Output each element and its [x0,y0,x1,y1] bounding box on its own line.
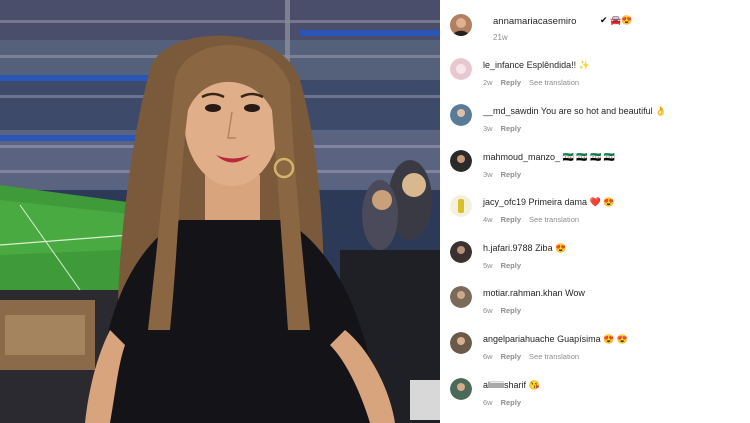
comment-item: aliiiiiiisharif 😘 6w Reply [450,376,745,418]
reply-button[interactable]: Reply [501,352,521,361]
reply-button[interactable]: Reply [501,170,521,179]
comment-text: Esplêndida!! ✨ [526,60,590,70]
comment-text: Guapísima 😍 😍 [557,334,629,344]
comment-time: 2w [483,78,493,87]
comment-time: 6w [483,352,493,361]
comment-username[interactable]: aliiiiiiisharif [483,380,526,390]
author-avatar[interactable] [450,14,472,36]
reply-button[interactable]: Reply [501,78,521,87]
reply-button[interactable]: Reply [501,398,521,407]
comment-text: Wow [565,288,585,298]
comment-username[interactable]: __md_sawdin [483,106,539,116]
comment-username[interactable]: h.jafari.9788 [483,243,533,253]
comment-text: You are so hot and beautiful 👌 [540,106,667,116]
comment-item: le_infance Esplêndida!! ✨ 2w Reply See tra… [450,56,745,98]
commenter-avatar[interactable] [450,150,472,172]
reply-button[interactable]: Reply [501,306,521,315]
commenter-avatar[interactable] [450,58,472,80]
comment-item: jacy_ofc19 Primeira dama ❤️ 😍 4w Reply See… [450,193,745,235]
comment-item: h.jafari.9788 Ziba 😍 5w Reply [450,239,745,281]
comment-username[interactable]: le_infance [483,60,524,70]
photo-illustration [0,0,440,423]
see-translation-link[interactable]: See translation [529,215,579,224]
commenter-avatar[interactable] [450,332,472,354]
reply-button[interactable]: Reply [501,124,521,133]
comment-text: 🇸🇾 🇸🇾 🇸🇾 🇸🇾 [562,152,615,162]
reply-button[interactable]: Reply [501,215,521,224]
comment-text: Ziba 😍 [535,243,567,253]
comment-text: 😘 [528,380,540,390]
comment-username[interactable]: jacy_ofc19 [483,197,526,207]
comment-time: 3w [483,170,493,179]
comment-username[interactable]: angelpariahuache [483,334,555,344]
comment-time: 4w [483,215,493,224]
post-photo[interactable] [0,0,440,423]
commenter-avatar[interactable] [450,286,472,308]
comment-time: 5w [483,261,493,270]
comment-item: mahmoud_manzo_ 🇸🇾 🇸🇾 🇸🇾 🇸🇾 3w Reply [450,148,745,190]
comment-item: motiar.rahman.khan Wow 6w Reply [450,284,745,326]
comment-item: angelpariahuache Guapísima 😍 😍 6w Reply Se… [450,330,745,372]
comment-username[interactable]: mahmoud_manzo_ [483,152,560,162]
reply-button[interactable]: Reply [501,261,521,270]
see-translation-link[interactable]: See translation [529,352,579,361]
post-author-header: annamariacasemiro ✔ 🚘😍 21w [450,14,745,48]
author-badges: ✔ 🚘😍 [600,15,633,25]
see-translation-link[interactable]: See translation [529,78,579,87]
author-username[interactable]: annamariacasemiro [493,16,576,27]
comment-time: 6w [483,306,493,315]
comments-panel[interactable]: annamariacasemiro ✔ 🚘😍 21w le_infance Es… [440,0,750,423]
post-time: 21w [493,33,508,42]
comment-username[interactable]: motiar.rahman.khan [483,288,563,298]
commenter-avatar[interactable] [450,195,472,217]
commenter-avatar[interactable] [450,104,472,126]
comment-text: Primeira dama ❤️ 😍 [528,197,615,207]
commenter-avatar[interactable] [450,241,472,263]
comment-time: 6w [483,398,493,407]
commenter-avatar[interactable] [450,378,472,400]
comment-time: 3w [483,124,493,133]
comment-item: __md_sawdin You are so hot and beautiful… [450,102,745,144]
